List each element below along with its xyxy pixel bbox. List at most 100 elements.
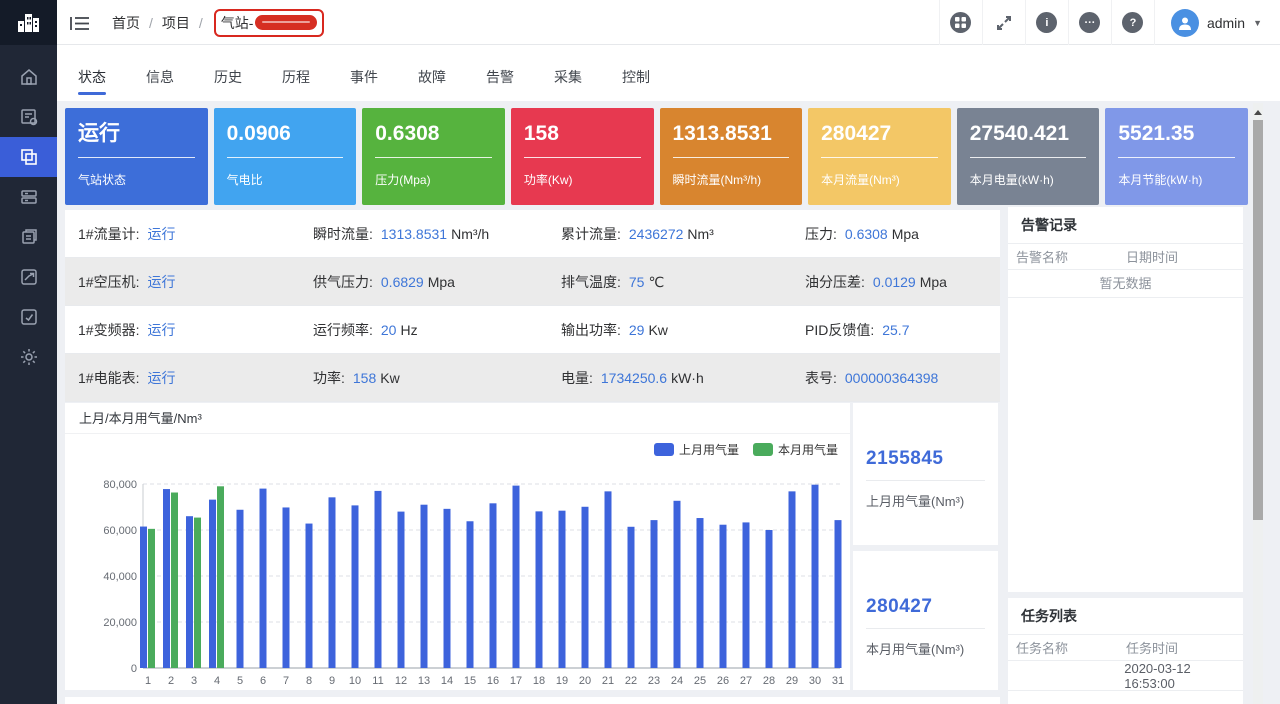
sidebar-item-settings[interactable] — [0, 337, 57, 377]
stat-label: 本月节能(kW·h) — [1118, 171, 1235, 188]
task-panel-title: 任务列表 — [1008, 598, 1243, 635]
tab-9[interactable]: 控制 — [622, 67, 650, 101]
sidebar-item-device-list[interactable] — [0, 177, 57, 217]
field-value: 1313.8531 — [381, 226, 447, 242]
svg-text:26: 26 — [717, 675, 729, 687]
svg-text:24: 24 — [671, 675, 683, 687]
stat-card[interactable]: 27540.421本月电量(kW·h) — [957, 108, 1100, 205]
alarm-panel-title: 告警记录 — [1008, 207, 1243, 244]
tab-6[interactable]: 故障 — [418, 67, 446, 101]
apps-icon[interactable] — [939, 0, 982, 45]
field-value: 25.7 — [882, 322, 909, 338]
stat-card[interactable]: 运行气站状态 — [65, 108, 208, 205]
trend-square-icon — [19, 267, 39, 287]
field-label: 运行频率: — [313, 322, 373, 338]
svg-text:14: 14 — [441, 675, 453, 687]
device-name: 1#变频器: — [78, 322, 139, 338]
stat-card[interactable]: 158功率(Kw) — [511, 108, 654, 205]
redaction-blob — [255, 15, 317, 30]
field-label: 排气温度: — [561, 274, 621, 290]
device-status[interactable]: 运行 — [147, 322, 175, 338]
svg-text:0: 0 — [131, 663, 137, 675]
alarm-records-panel: 告警记录 告警名称 日期时间 暂无数据 — [1008, 207, 1243, 592]
field-unit: Mpa — [428, 274, 455, 290]
legend-last-month[interactable]: 上月用气量 — [654, 441, 739, 458]
legend-this-month[interactable]: 本月用气量 — [753, 441, 838, 458]
task-row[interactable]: 2020-03-12 16:53:00 — [1008, 661, 1243, 691]
field-unit: Kw — [648, 322, 667, 338]
tab-7[interactable]: 告警 — [486, 67, 514, 101]
svg-text:19: 19 — [556, 675, 568, 687]
tab-2[interactable]: 信息 — [146, 67, 174, 101]
message-icon[interactable]: ··· — [1068, 0, 1111, 45]
stat-card[interactable]: 0.0906气电比 — [214, 108, 357, 205]
stat-value: 158 — [524, 121, 641, 147]
device-row: 1#变频器:运行运行频率:20Hz输出功率:29KwPID反馈值:25.7 — [65, 306, 1000, 354]
breadcrumb-project[interactable]: 项目 — [162, 13, 190, 33]
stat-label: 气电比 — [227, 171, 344, 188]
info-icon[interactable]: i — [1025, 0, 1068, 45]
chevron-down-icon: ▼ — [1253, 18, 1262, 28]
field-unit: Mpa — [892, 226, 919, 242]
tab-5[interactable]: 事件 — [350, 67, 378, 101]
stat-card[interactable]: 5521.35本月节能(kW·h) — [1105, 108, 1248, 205]
device-status-table: 1#流量计:运行瞬时流量:1313.8531Nm³/h累计流量:2436272N… — [65, 210, 1000, 402]
tab-1[interactable]: 状态 — [78, 67, 106, 101]
field-value: 29 — [629, 322, 645, 338]
last-month-usage-label: 上月用气量(Nm³) — [866, 491, 985, 510]
device-row: 1#空压机:运行供气压力:0.6829Mpa排气温度:75℃油分压差:0.012… — [65, 258, 1000, 306]
collapse-menu-icon[interactable] — [68, 11, 92, 35]
next-panel-edge — [65, 697, 1000, 704]
svg-text:16: 16 — [487, 675, 499, 687]
sidebar-item-home[interactable] — [0, 57, 57, 97]
svg-text:11: 11 — [372, 675, 383, 687]
tab-8[interactable]: 采集 — [554, 67, 582, 101]
svg-text:27: 27 — [740, 675, 752, 687]
field-unit: kW·h — [671, 370, 704, 386]
svg-text:2: 2 — [168, 675, 174, 687]
svg-text:31: 31 — [832, 675, 844, 687]
last-month-usage-card: 2155845 上月用气量(Nm³) — [853, 403, 998, 545]
vertical-scrollbar[interactable] — [1253, 103, 1263, 704]
stat-value: 0.6308 — [375, 121, 492, 147]
topbar-actions: i ··· ? admin ▼ — [939, 0, 1270, 45]
fullscreen-icon[interactable] — [982, 0, 1025, 45]
usage-chart[interactable]: 020,00040,00060,00080,000123456789101112… — [65, 434, 850, 690]
field-unit: ℃ — [648, 274, 664, 290]
stat-card[interactable]: 1313.8531瞬时流量(Nm³/h) — [660, 108, 803, 205]
breadcrumb-station-redacted[interactable]: 气站- — [214, 9, 325, 37]
stat-label: 压力(Mpa) — [375, 171, 492, 188]
sidebar-item-inspection[interactable] — [0, 297, 57, 337]
alarm-col-time: 日期时间 — [1126, 247, 1178, 266]
alarm-empty-text: 暂无数据 — [1008, 270, 1243, 298]
device-status[interactable]: 运行 — [147, 226, 175, 242]
user-menu[interactable]: admin ▼ — [1154, 0, 1270, 45]
field-value: 75 — [629, 274, 645, 290]
stat-label: 瞬时流量(Nm³/h) — [673, 171, 790, 188]
stat-card[interactable]: 280427本月流量(Nm³) — [808, 108, 951, 205]
stat-card[interactable]: 0.6308 压力(Mpa) — [362, 108, 505, 205]
scrollbar-thumb[interactable] — [1253, 120, 1263, 520]
scrollbar-up-arrow[interactable] — [1253, 107, 1263, 117]
stat-value: 280427 — [821, 121, 938, 147]
device-status[interactable]: 运行 — [147, 274, 175, 290]
breadcrumb-home[interactable]: 首页 — [112, 13, 140, 33]
field-value: 158 — [353, 370, 376, 386]
tab-3[interactable]: 历史 — [214, 67, 242, 101]
sidebar-item-documents[interactable] — [0, 217, 57, 257]
layered-doc-icon — [19, 227, 39, 247]
svg-text:29: 29 — [786, 675, 798, 687]
stat-value: 运行 — [78, 121, 195, 147]
sidebar-item-trend-analysis[interactable] — [0, 257, 57, 297]
sidebar-item-report-config[interactable] — [0, 97, 57, 137]
chart-body: 020,00040,00060,00080,000123456789101112… — [65, 434, 850, 690]
field-value: 1734250.6 — [601, 370, 667, 386]
app-logo[interactable] — [0, 0, 57, 45]
field-label: 电量: — [561, 370, 593, 386]
help-icon[interactable]: ? — [1111, 0, 1154, 45]
svg-text:80,000: 80,000 — [103, 479, 137, 491]
field-value: 0.0129 — [873, 274, 916, 290]
tab-4[interactable]: 历程 — [282, 67, 310, 101]
device-status[interactable]: 运行 — [147, 370, 175, 386]
sidebar-item-monitor-screens[interactable] — [0, 137, 57, 177]
